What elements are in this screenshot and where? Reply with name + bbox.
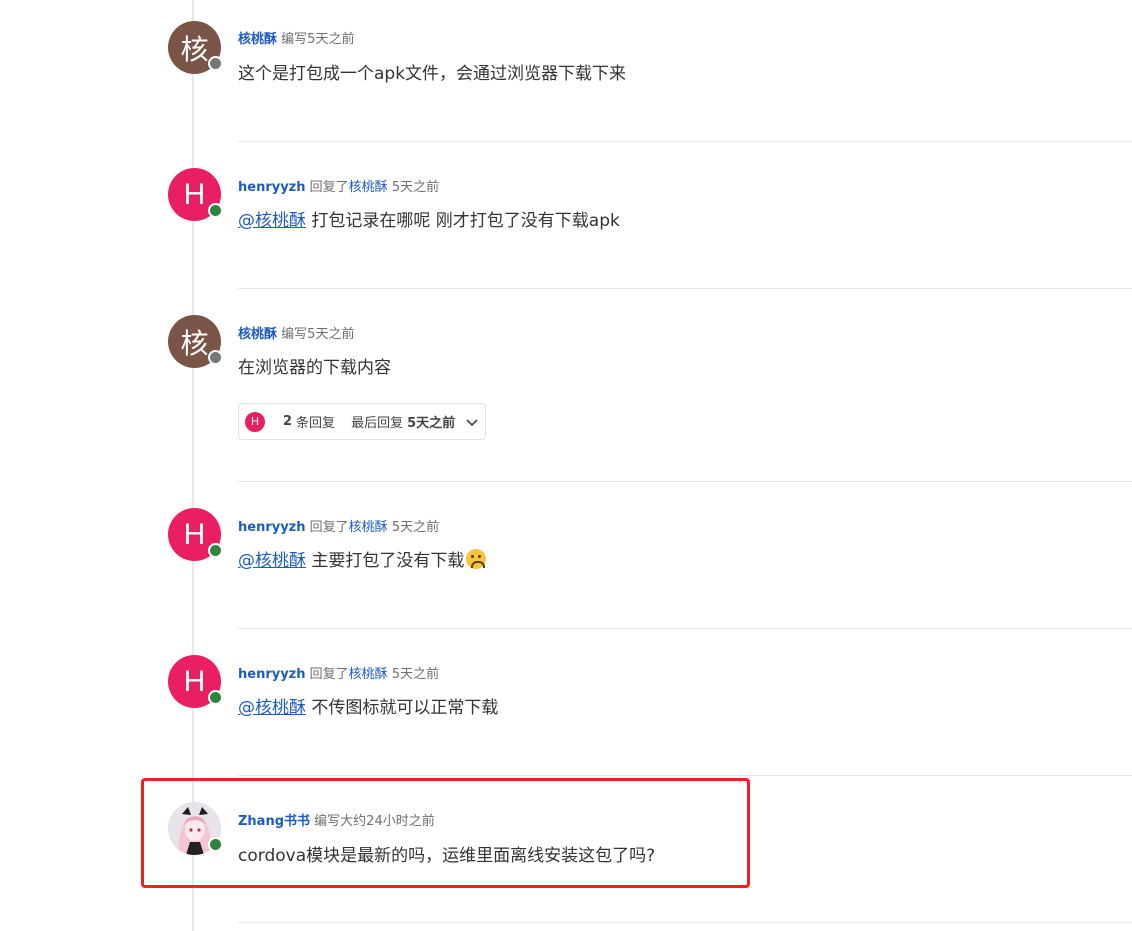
post-time[interactable]: 5天之前: [392, 180, 439, 195]
mention-link[interactable]: @核桃酥: [238, 698, 306, 718]
user-avatar[interactable]: 核: [168, 315, 223, 368]
avatar-letter: 核: [180, 327, 209, 359]
username-link[interactable]: 核桃酥: [238, 327, 277, 342]
last-reply-label: 最后回复: [351, 416, 404, 431]
user-avatar[interactable]: H: [168, 508, 223, 561]
avatar-letter: H: [183, 177, 206, 211]
last-reply-time: 5天之前: [407, 416, 456, 431]
mention-link[interactable]: @核桃酥: [238, 551, 306, 571]
post-body: 不传图标就可以正常下载: [311, 698, 499, 718]
post-body: 打包记录在哪呢 刚才打包了没有下载apk: [311, 211, 620, 231]
post-divider: [238, 775, 1132, 776]
replies-toggle-button[interactable]: H 2 条回复 最后回复 5天之前: [238, 403, 486, 440]
reply-to-link[interactable]: 核桃酥: [349, 520, 388, 535]
post-body-row: @核桃酥 不传图标就可以正常下载: [238, 693, 498, 718]
post-time[interactable]: 5天之前: [392, 667, 439, 682]
chevron-down-icon: [466, 418, 478, 426]
avatar-letter: H: [183, 664, 206, 698]
post-body: 这个是打包成一个apk文件，会通过浏览器下载下来: [238, 64, 627, 84]
post-divider: [238, 922, 1132, 923]
avatar-letter: H: [183, 517, 206, 551]
confused-face-emoji-icon: [466, 549, 487, 569]
username-link[interactable]: henryyzh: [238, 180, 306, 195]
post-time[interactable]: 5天之前: [392, 520, 439, 535]
replier-avatar: H: [245, 411, 265, 432]
post-body: 在浏览器的下载内容: [238, 358, 391, 378]
mention-link[interactable]: @核桃酥: [238, 211, 306, 231]
post-action: 编写: [281, 32, 308, 47]
post-action: 回复了: [309, 180, 349, 195]
post-action: 编写: [281, 327, 308, 342]
post-action: 回复了: [309, 520, 349, 535]
post-time[interactable]: 5天之前: [307, 32, 354, 47]
reply-to-link[interactable]: 核桃酥: [349, 180, 388, 195]
post-divider: [238, 288, 1132, 289]
post-meta: henryyzh 回复了核桃酥 5天之前: [238, 516, 439, 535]
reply-count: 2: [283, 414, 293, 429]
status-online-indicator: [208, 543, 223, 558]
username-link[interactable]: henryyzh: [238, 667, 306, 682]
post-divider: [238, 628, 1132, 629]
user-avatar[interactable]: 核: [168, 21, 223, 74]
user-avatar[interactable]: H: [168, 168, 223, 221]
post-meta: henryyzh 回复了核桃酥 5天之前: [238, 663, 439, 682]
reply-count-label: 条回复: [296, 416, 336, 431]
reply-to-link[interactable]: 核桃酥: [349, 667, 388, 682]
post-body-row: @核桃酥 打包记录在哪呢 刚才打包了没有下载apk: [238, 206, 620, 231]
status-offline-indicator: [208, 56, 223, 71]
post-meta: 核桃酥 编写5天之前: [238, 28, 354, 47]
post-divider: [238, 481, 1132, 482]
post-divider: [238, 141, 1132, 142]
avatar-letter: 核: [180, 33, 209, 65]
status-online-indicator: [208, 690, 223, 705]
user-avatar[interactable]: H: [168, 655, 223, 708]
post-time[interactable]: 5天之前: [307, 327, 354, 342]
post-action: 回复了: [309, 667, 349, 682]
status-offline-indicator: [208, 350, 223, 365]
post-meta: henryyzh 回复了核桃酥 5天之前: [238, 176, 439, 195]
username-link[interactable]: henryyzh: [238, 520, 306, 535]
post-meta: 核桃酥 编写5天之前: [238, 323, 354, 342]
post-body: 主要打包了没有下载: [311, 551, 465, 571]
username-link[interactable]: 核桃酥: [238, 32, 277, 47]
post-body-row: @核桃酥 主要打包了没有下载: [238, 546, 487, 571]
status-online-indicator: [208, 203, 223, 218]
highlight-annotation-box: [141, 778, 750, 888]
